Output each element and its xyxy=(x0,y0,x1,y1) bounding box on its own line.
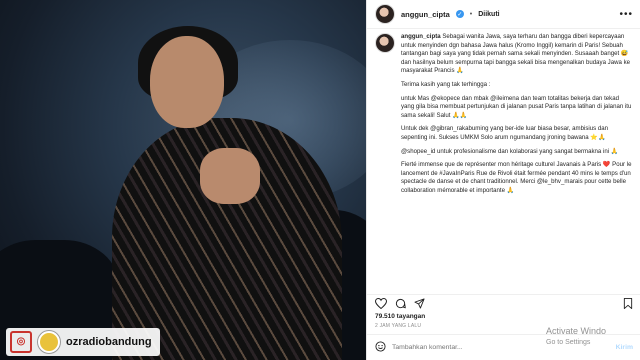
heart-icon[interactable] xyxy=(375,298,387,309)
caption-text: anggun_cipta Sebagai wanita Jawa, saya t… xyxy=(401,33,633,292)
instagram-icon: ◎ xyxy=(10,331,32,353)
post-media[interactable]: ◎ ozradiobandung xyxy=(0,0,366,360)
emoji-icon[interactable] xyxy=(375,339,386,357)
activate-windows-watermark: Activate Windo Go to Settings xyxy=(546,326,640,348)
action-bar xyxy=(367,294,640,312)
view-count[interactable]: 79.510 tayangan xyxy=(375,313,425,320)
caption-paragraph-5: @shopee_id untuk profesionalisme dan kol… xyxy=(401,147,619,155)
separator-dot: • xyxy=(469,10,473,18)
singer-face xyxy=(150,36,224,128)
share-icon[interactable] xyxy=(414,298,425,309)
caption-paragraph-6: Fierté immense que de représenter mon hé… xyxy=(401,161,632,194)
watermark-handle: ozradiobandung xyxy=(66,336,152,348)
bookmark-icon[interactable] xyxy=(623,298,633,309)
singer-hands xyxy=(200,148,260,204)
post-timestamp[interactable]: 2 JAM YANG LALU xyxy=(375,323,421,329)
author-username[interactable]: anggun_cipta xyxy=(401,10,450,19)
caption-paragraph-2: Terima kasih yang tak terhingga : xyxy=(401,80,491,88)
oz-logo-icon xyxy=(38,331,60,353)
caption-username[interactable]: anggun_cipta xyxy=(401,33,441,40)
caption-paragraph-4: Untuk dek @gibran_rakabuming yang ber-id… xyxy=(401,125,609,141)
caption-avatar[interactable] xyxy=(375,33,395,53)
post-panel: anggun_cipta ✓ • Diikuti ••• anggun_cipt… xyxy=(366,0,640,360)
activate-title: Activate Windo xyxy=(546,326,607,336)
caption-area: anggun_cipta Sebagai wanita Jawa, saya t… xyxy=(367,30,640,292)
avatar[interactable] xyxy=(375,4,395,24)
comment-input[interactable] xyxy=(392,344,542,351)
caption-paragraph: anggun_cipta Sebagai wanita Jawa, saya t… xyxy=(401,33,633,76)
activate-subtitle: Go to Settings xyxy=(546,339,591,346)
verified-icon: ✓ xyxy=(455,10,464,18)
follow-status-button[interactable]: Diikuti xyxy=(478,11,499,18)
source-watermark: ◎ ozradiobandung xyxy=(6,328,160,356)
post-header: anggun_cipta ✓ • Diikuti ••• xyxy=(367,0,640,29)
caption-paragraph-3: untuk Mas @ekopece dan mbak @ileimena da… xyxy=(401,94,632,119)
more-icon[interactable]: ••• xyxy=(619,9,633,20)
comment-icon[interactable] xyxy=(395,298,406,309)
